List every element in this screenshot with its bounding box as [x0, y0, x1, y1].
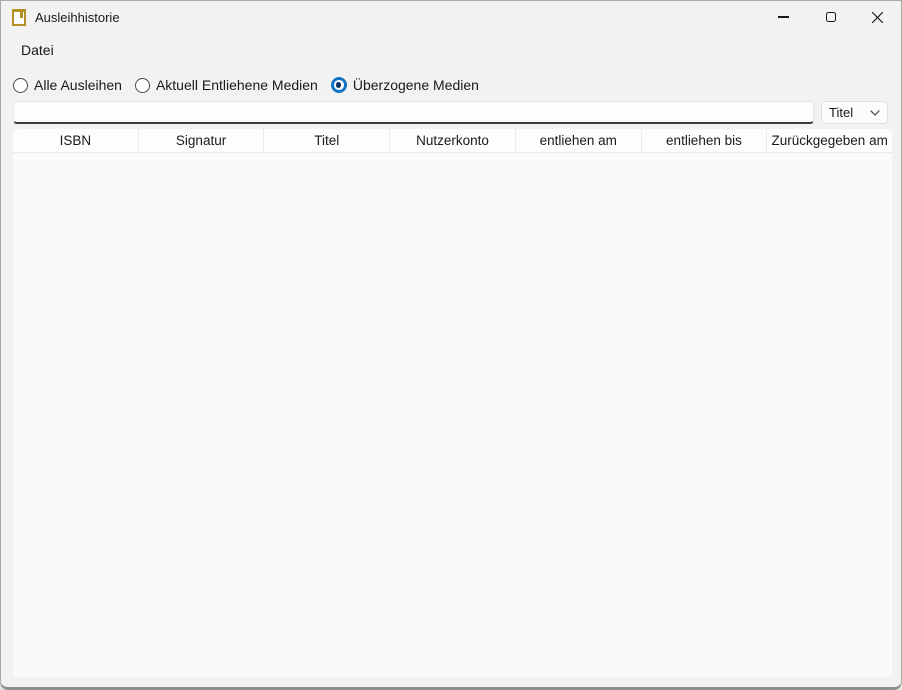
filter-row: Alle Ausleihen Aktuell Entliehene Medien… [13, 72, 479, 98]
titlebar[interactable]: Ausleihhistorie [1, 1, 901, 33]
window-title: Ausleihhistorie [35, 10, 120, 25]
search-row: Titel [13, 101, 888, 124]
radio-label: Überzogene Medien [353, 77, 479, 93]
column-header-isbn[interactable]: ISBN [13, 129, 139, 152]
table-header: ISBN Signatur Titel Nutzerkonto entliehe… [13, 129, 892, 153]
window-ausleihhistorie: Ausleihhistorie Datei Alle Ausleihen [0, 0, 902, 690]
menubar: Datei [1, 34, 901, 62]
column-header-nutzerkonto[interactable]: Nutzerkonto [390, 129, 516, 152]
maximize-button[interactable] [807, 1, 854, 33]
loan-history-table: ISBN Signatur Titel Nutzerkonto entliehe… [13, 129, 892, 677]
column-header-titel[interactable]: Titel [264, 129, 390, 152]
column-header-entliehen-bis[interactable]: entliehen bis [642, 129, 768, 152]
menu-item-datei[interactable]: Datei [19, 40, 56, 60]
maximize-icon [826, 12, 836, 22]
column-header-zurueckgegeben-am[interactable]: Zurückgegeben am [767, 129, 892, 152]
search-field-combobox[interactable]: Titel [821, 101, 888, 124]
search-input[interactable] [13, 101, 814, 124]
radio-alle-ausleihen[interactable]: Alle Ausleihen [13, 77, 122, 93]
minimize-button[interactable] [760, 1, 807, 33]
combobox-value: Titel [829, 105, 853, 120]
window-controls [760, 1, 901, 33]
radio-label: Alle Ausleihen [34, 77, 122, 93]
radio-icon [135, 78, 150, 93]
radio-icon [331, 77, 347, 93]
close-button[interactable] [854, 1, 901, 33]
book-app-icon [12, 9, 26, 26]
close-icon [871, 11, 884, 24]
radio-aktuell-entliehene-medien[interactable]: Aktuell Entliehene Medien [135, 77, 318, 93]
chevron-down-icon [870, 110, 880, 116]
column-header-signatur[interactable]: Signatur [139, 129, 265, 152]
column-header-entliehen-am[interactable]: entliehen am [516, 129, 642, 152]
minimize-icon [778, 16, 789, 17]
radio-ueberzogene-medien[interactable]: Überzogene Medien [331, 77, 479, 93]
table-body[interactable] [13, 153, 892, 677]
radio-label: Aktuell Entliehene Medien [156, 77, 318, 93]
radio-icon [13, 78, 28, 93]
